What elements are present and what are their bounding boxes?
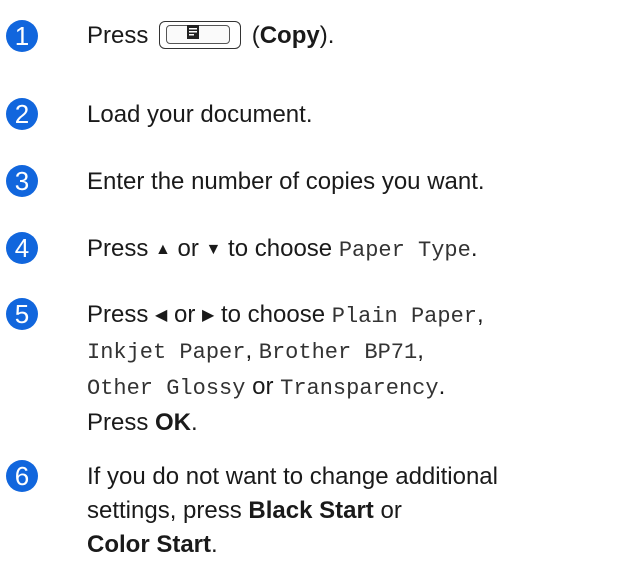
down-arrow-icon: ▼: [205, 241, 222, 258]
step-text: Enter the number of copies you want.: [87, 168, 485, 195]
step-text: If you do not want to change additional …: [87, 460, 498, 562]
up-arrow-icon: ▲: [155, 241, 171, 258]
period: .: [438, 373, 446, 400]
option-transparency: Transparency: [280, 376, 439, 401]
step-6-line-2: settings, press Black Start or: [87, 494, 498, 528]
to-choose-label: to choose: [214, 301, 332, 328]
period: .: [470, 235, 478, 262]
step-number: 2: [6, 98, 38, 130]
to-choose-label: to choose: [221, 235, 339, 262]
step-number: 3: [6, 165, 38, 197]
comma: ,: [417, 337, 424, 364]
ok-key-label: OK: [155, 409, 192, 436]
color-start-key-label: Color Start: [87, 531, 212, 558]
option-inkjet-paper: Inkjet Paper: [87, 340, 246, 365]
comma: ,: [245, 337, 259, 364]
press-label: Press: [87, 301, 156, 328]
step-6-line-3: Color Start.: [87, 528, 498, 562]
step-number: 6: [6, 460, 38, 492]
option-brother-bp71: Brother BP71: [258, 340, 418, 365]
step-text: Press ▲ or ▼ to choose Paper Type.: [87, 232, 478, 268]
or-label: or: [170, 235, 206, 262]
black-start-key-label: Black Start: [248, 497, 374, 524]
right-arrow-icon: ▶: [202, 307, 215, 324]
step-5-line-3: Other Glossy or Transparency.: [87, 370, 484, 406]
option-other-glossy: Other Glossy: [87, 376, 246, 401]
step-5-line-2: Inkjet Paper, Brother BP71,: [87, 334, 484, 370]
step-number: 4: [6, 232, 38, 264]
step-number: 1: [6, 20, 38, 52]
option-plain-paper: Plain Paper: [331, 304, 477, 329]
press-label: Press: [87, 22, 149, 49]
step-text: Load your document.: [87, 101, 313, 128]
step-number: 5: [6, 298, 38, 330]
step-5-line-4: Press OK.: [87, 406, 484, 440]
copy-key-label: Copy: [259, 22, 320, 49]
step-6-line-1: If you do not want to change additional: [87, 463, 498, 490]
period: .: [211, 531, 218, 558]
comma: ,: [476, 301, 484, 328]
or-label: or: [373, 497, 402, 524]
step-text: Press ◀ or ▶ to choose Plain Paper, Inkj…: [87, 298, 484, 440]
or-label: or: [245, 373, 281, 400]
paren-open: (: [245, 22, 260, 49]
paren-close: ).: [319, 22, 335, 49]
left-arrow-icon: ◀: [155, 307, 168, 324]
step-text: Press (Copy).: [87, 19, 334, 53]
copy-key-icon: [159, 20, 242, 49]
period: .: [191, 409, 198, 436]
or-label: or: [167, 301, 203, 328]
settings-text: settings, press: [87, 497, 249, 524]
menu-item-paper-type: Paper Type: [338, 238, 471, 263]
press-label: Press: [87, 409, 156, 436]
press-label: Press: [87, 235, 156, 262]
step-5-line-1: Press ◀ or ▶ to choose Plain Paper,: [87, 298, 484, 334]
